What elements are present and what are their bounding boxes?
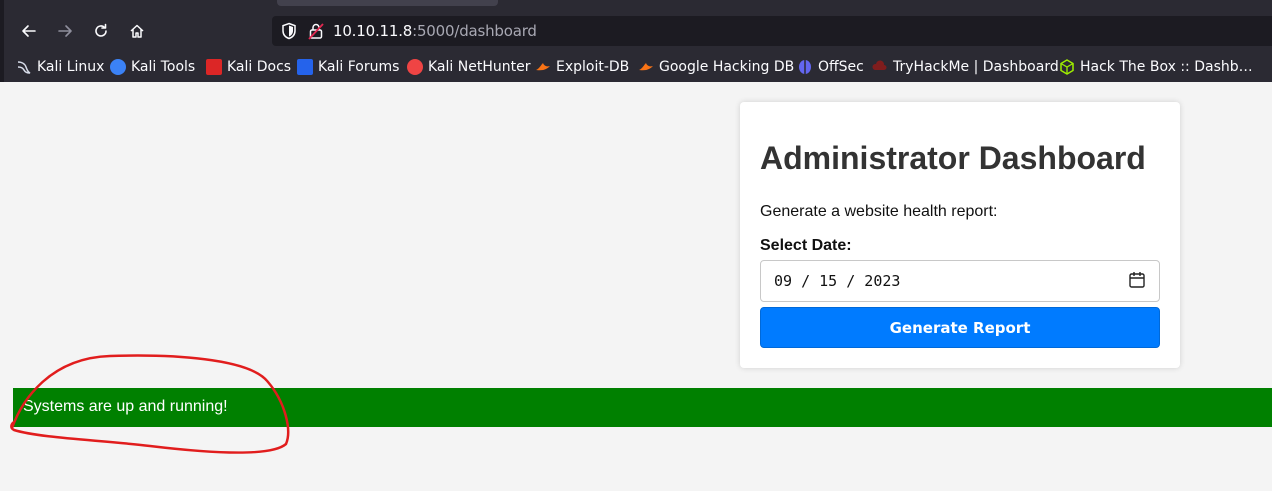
kali-forums-icon [297,59,313,75]
tracking-protection-icon[interactable] [281,22,297,40]
page-title: Administrator Dashboard [760,140,1146,176]
back-button[interactable] [14,16,44,46]
exploit-db-icon [535,59,551,75]
url-host: 10.10.11.8 [333,22,413,40]
bookmark-kali-nethunter[interactable]: Kali NetHunter [407,57,530,77]
url-path: :5000/dashboard [412,22,537,40]
date-label: Select Date: [760,237,852,254]
dashboard-card: Administrator Dashboard Generate a websi… [740,102,1180,368]
bookmarks-toolbar: Kali Linux Kali Tools Kali Docs Kali For… [0,54,1272,78]
kali-tools-icon [110,59,126,75]
bookmark-label: Google Hacking DB [659,59,795,75]
home-icon [130,24,144,38]
bookmark-kali-docs[interactable]: Kali Docs [206,57,291,77]
bookmark-hack-the-box[interactable]: Hack The Box :: Dashb… [1059,57,1253,77]
forward-icon [58,25,72,37]
date-value[interactable]: 09 / 15 / 2023 [774,272,900,290]
kali-dragon-icon [16,59,32,75]
offsec-icon [797,59,813,75]
home-button[interactable] [122,16,152,46]
red-circle-annotation [10,354,290,454]
ghdb-icon [638,59,654,75]
navigation-toolbar: 10.10.11.8:5000/dashboard [0,12,1272,50]
bookmark-label: Kali Linux [37,59,105,75]
back-icon [22,25,36,37]
bookmark-label: Kali Docs [227,59,292,75]
generate-report-button[interactable]: Generate Report [760,307,1160,348]
insecure-lock-icon[interactable] [308,22,324,40]
bookmark-kali-linux[interactable]: Kali Linux [16,57,104,77]
forward-button[interactable] [50,16,80,46]
active-tab[interactable] [277,0,498,6]
report-description: Generate a website health report: [760,203,998,220]
bookmark-kali-forums[interactable]: Kali Forums [297,57,399,77]
bookmark-kali-tools[interactable]: Kali Tools [110,57,195,77]
bookmark-label: Exploit-DB [556,59,630,75]
date-input[interactable]: 09 / 15 / 2023 [760,260,1160,302]
kali-docs-icon [206,59,222,75]
nethunter-icon [407,59,423,75]
tryhackme-icon [872,59,888,75]
reload-button[interactable] [86,16,116,46]
bookmark-offsec[interactable]: OffSec [797,57,864,77]
bookmark-label: OffSec [818,59,864,75]
calendar-icon[interactable] [1129,271,1145,289]
bookmark-exploit-db[interactable]: Exploit-DB [535,57,629,77]
bookmark-label: Kali Forums [318,59,400,75]
bookmark-label: Kali NetHunter [428,59,531,75]
bookmark-label: Hack The Box :: Dashb… [1080,59,1253,75]
url-text[interactable]: 10.10.11.8:5000/dashboard [333,22,537,40]
bookmark-google-hacking-db[interactable]: Google Hacking DB [638,57,794,77]
bookmark-label: TryHackMe | Dashboard [893,59,1059,75]
address-bar[interactable]: 10.10.11.8:5000/dashboard [272,16,1272,46]
bookmark-label: Kali Tools [131,59,196,75]
reload-icon [95,23,107,37]
browser-chrome: 10.10.11.8:5000/dashboard Kali Linux Kal… [0,0,1272,82]
bookmark-tryhackme[interactable]: TryHackMe | Dashboard [872,57,1059,77]
hackthebox-icon [1059,59,1075,75]
